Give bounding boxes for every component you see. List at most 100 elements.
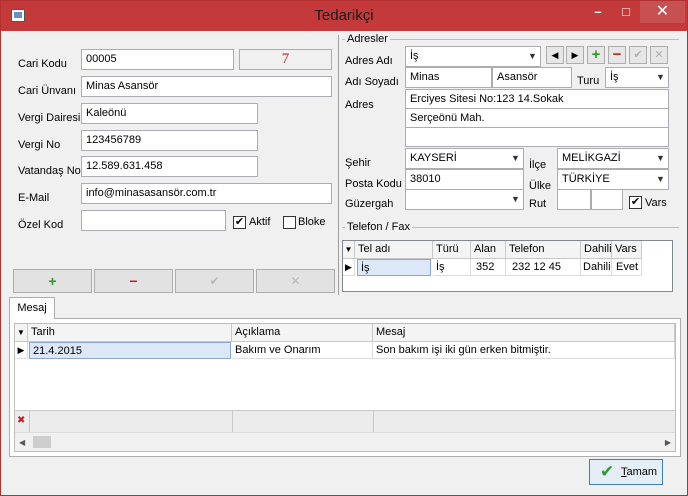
delete-filter-icon[interactable]: ✖	[17, 415, 27, 429]
horizontal-scrollbar[interactable]: ◀ ▶	[15, 432, 675, 451]
chevron-down-icon: ▼	[511, 153, 520, 163]
bloke-label: Bloke	[298, 216, 326, 228]
column-chooser-icon[interactable]: ▼	[15, 324, 28, 342]
sehir-label: Şehir	[345, 157, 371, 169]
mesaj-tab-panel: ▼ Tarih Açıklama Mesaj ▶ 21.4.2015 Bakım…	[9, 318, 681, 457]
remove-button[interactable]: −	[94, 269, 173, 293]
aktif-checkbox[interactable]: ✔	[233, 216, 246, 229]
chevron-down-icon: ▼	[656, 174, 665, 184]
chevron-down-icon: ▼	[511, 194, 520, 204]
column-header-aciklama[interactable]: Açıklama	[232, 324, 373, 342]
cell-tarih[interactable]: 21.4.2015	[29, 342, 231, 359]
ulke-label: Ülke	[529, 180, 552, 192]
ulke-select[interactable]: TÜRKİYE ▼	[557, 169, 669, 190]
scroll-left-icon[interactable]: ◀	[19, 438, 25, 447]
vars-label: Vars	[645, 197, 667, 209]
cell-mesaj[interactable]: Son bakım işi iki gün erken bitmiştir.	[373, 342, 675, 359]
add-address-button[interactable]: +	[587, 46, 605, 64]
column-header-alan[interactable]: Alan	[471, 241, 506, 259]
chevron-down-icon: ▼	[656, 72, 665, 82]
add-button[interactable]: +	[13, 269, 92, 293]
footer-divider	[232, 411, 233, 433]
remove-address-button[interactable]: −	[608, 46, 626, 64]
posta-kodu-label: Posta Kodu	[345, 178, 402, 190]
scrollbar-thumb[interactable]	[33, 436, 51, 448]
ilce-select[interactable]: MELİKGAZİ ▼	[557, 148, 669, 169]
turu-value: İş	[610, 71, 619, 83]
close-button[interactable]: ✕	[640, 1, 685, 23]
tamam-label: amam	[626, 466, 658, 478]
minimize-button[interactable]: –	[584, 1, 612, 23]
rut-label: Rut	[529, 198, 547, 210]
adres-line1-field[interactable]: Erciyes Sitesi No:123 14.Sokak	[405, 89, 669, 109]
vergi-no-field[interactable]: 123456789	[81, 130, 258, 151]
vatandas-no-label: Vatandaş No	[18, 165, 81, 177]
column-header-tarih[interactable]: Tarih	[28, 324, 232, 342]
cell-turu[interactable]: İş	[433, 259, 471, 276]
footer-divider	[29, 411, 30, 433]
email-field[interactable]: info@minasasansör.com.tr	[81, 183, 332, 204]
cancel-button[interactable]: ✕	[256, 269, 335, 293]
adres-adi-label: Adres Adı	[345, 55, 393, 67]
cell-vars[interactable]: Evet	[612, 259, 642, 276]
maximize-button[interactable]: □	[613, 1, 639, 23]
bloke-checkbox[interactable]	[283, 216, 296, 229]
vergi-dairesi-field[interactable]: Kaleönü	[81, 103, 258, 124]
tab-mesaj[interactable]: Mesaj	[9, 297, 55, 319]
cell-telefon[interactable]: 232 12 45	[506, 259, 581, 276]
sehir-value: KAYSERİ	[410, 152, 457, 164]
ozel-kod-label: Özel Kod	[18, 219, 64, 231]
column-chooser-icon[interactable]: ▼	[343, 241, 355, 259]
adres-line2-field[interactable]: Serçeönü Mah.	[405, 108, 669, 128]
confirm-address-button[interactable]: ✔	[629, 46, 647, 64]
adresler-group-title: Adresler	[345, 33, 390, 45]
cari-kodu-field[interactable]: 00005	[81, 49, 234, 70]
ilce-label: İlçe	[529, 159, 547, 171]
cari-unvani-field[interactable]: Minas Asansör	[81, 76, 332, 97]
ulke-value: TÜRKİYE	[562, 173, 610, 185]
cancel-address-button[interactable]: ✕	[650, 46, 668, 64]
guzergah-select[interactable]: ▼	[405, 189, 524, 210]
ozel-kod-field[interactable]	[81, 210, 226, 231]
adres-label: Adres	[345, 99, 374, 111]
vars-checkbox[interactable]: ✔	[629, 196, 642, 209]
chevron-down-icon: ▼	[528, 51, 537, 61]
rut-field-1[interactable]	[557, 189, 591, 210]
adres-adi-value: İş	[410, 50, 419, 62]
cari-count-display: 7	[239, 49, 332, 70]
adres-line3-field[interactable]	[405, 127, 669, 147]
cell-dahili[interactable]: Dahili	[581, 259, 612, 276]
next-address-button[interactable]: ▶	[566, 46, 584, 64]
confirm-button[interactable]: ✔	[175, 269, 254, 293]
tamam-button[interactable]: ✔ Tamam	[589, 459, 663, 485]
column-header-mesaj[interactable]: Mesaj	[373, 324, 675, 342]
column-header-vars[interactable]: Vars	[612, 241, 642, 259]
prev-address-button[interactable]: ◀	[546, 46, 564, 64]
telefon-group-title: Telefon / Fax	[345, 221, 412, 233]
adresler-group-border	[342, 39, 679, 40]
adi-soyadi-label: Adı Soyadı	[345, 76, 399, 88]
soyadi-field[interactable]: Asansör	[492, 67, 572, 88]
column-header-tel-adi[interactable]: Tel adı	[355, 241, 433, 259]
cell-tel-adi[interactable]: İş	[357, 259, 431, 276]
sehir-select[interactable]: KAYSERİ ▼	[405, 148, 524, 169]
title-bar[interactable]: Tedarikçi – □ ✕	[1, 1, 687, 31]
cell-alan[interactable]: 352	[471, 259, 506, 276]
vatandas-no-field[interactable]: 12.589.631.458	[81, 156, 258, 177]
turu-select[interactable]: İş ▼	[605, 67, 669, 88]
panel-divider	[338, 35, 339, 295]
column-header-telefon[interactable]: Telefon	[506, 241, 581, 259]
posta-kodu-field[interactable]: 38010	[405, 169, 524, 190]
checkmark-icon: ✔	[600, 462, 615, 481]
cari-unvani-label: Cari Ünvanı	[18, 85, 77, 97]
cell-aciklama[interactable]: Bakım ve Onarım	[232, 342, 373, 359]
ilce-value: MELİKGAZİ	[562, 152, 621, 164]
vergi-no-label: Vergi No	[18, 139, 61, 151]
scroll-right-icon[interactable]: ▶	[665, 438, 671, 447]
adres-adi-select[interactable]: İş ▼	[405, 46, 541, 67]
column-header-turu[interactable]: Türü	[433, 241, 471, 259]
column-header-dahili[interactable]: Dahili	[581, 241, 612, 259]
adi-field[interactable]: Minas	[405, 67, 492, 88]
cari-kodu-label: Cari Kodu	[18, 58, 67, 70]
rut-field-2[interactable]	[591, 189, 623, 210]
